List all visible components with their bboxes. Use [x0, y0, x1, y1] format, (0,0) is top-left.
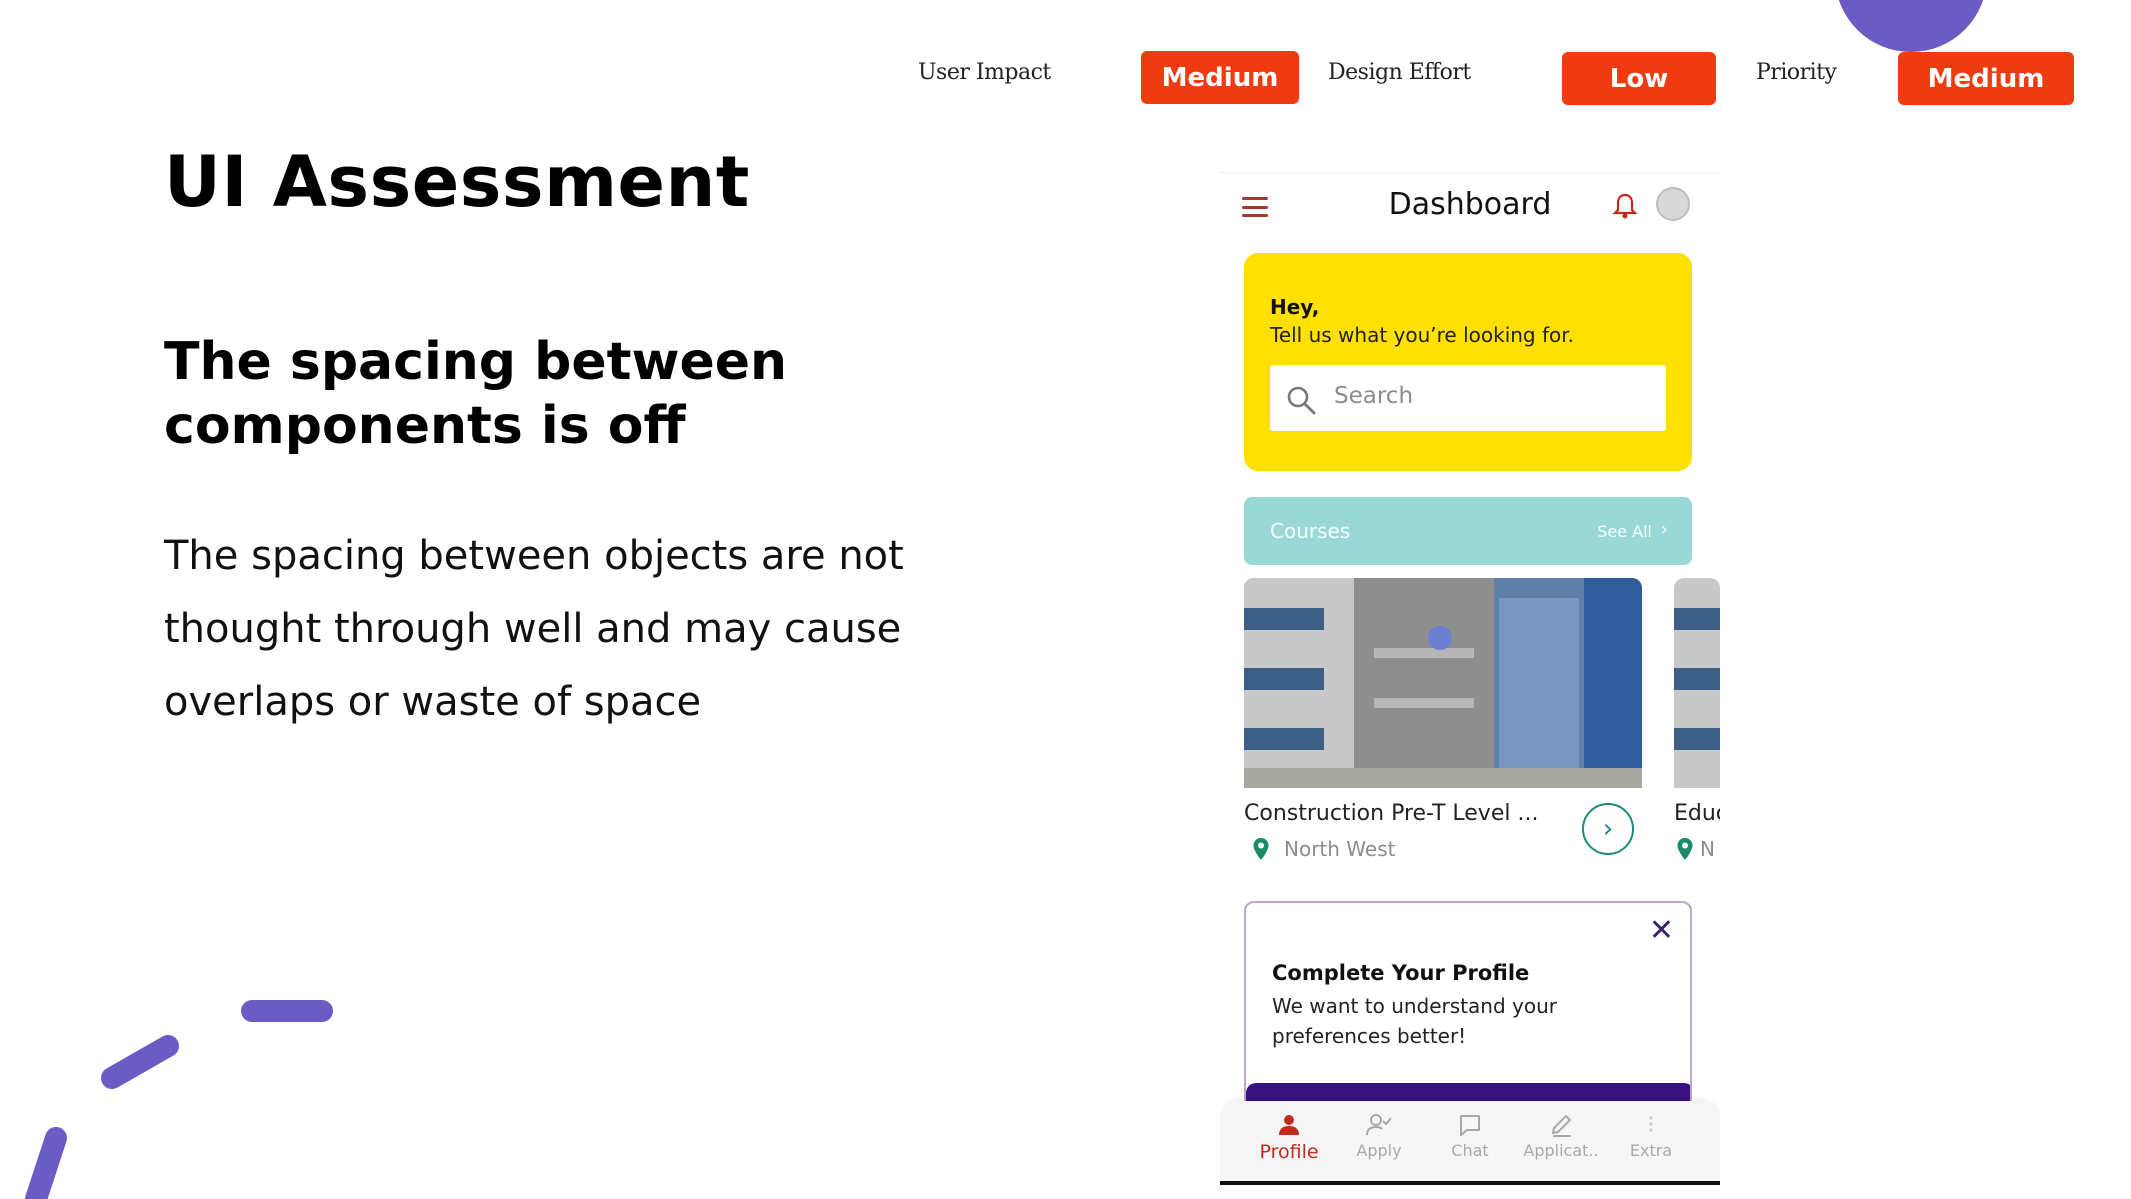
chat-icon: [1460, 1115, 1480, 1136]
chevron-right-icon[interactable]: ›: [1661, 519, 1668, 540]
search-icon: [1287, 386, 1316, 415]
nav-item-applications[interactable]: Applicat..: [1516, 1111, 1606, 1160]
page-title: UI Assessment: [164, 141, 750, 223]
app-screenshot: Dashboard Hey, Tell us what you’re looki…: [1220, 172, 1720, 1192]
priority-badge: Medium: [1898, 52, 2074, 105]
nav-item-apply[interactable]: Apply: [1334, 1111, 1424, 1160]
design-effort-badge: Low: [1562, 52, 1716, 105]
priority-label: Priority: [1756, 60, 1837, 85]
course-title[interactable]: Construction Pre-T Level ...: [1244, 801, 1538, 826]
course-open-button[interactable]: ›: [1582, 803, 1634, 855]
issue-description: The spacing between objects are not thou…: [164, 533, 904, 725]
nav-item-profile[interactable]: Profile: [1244, 1111, 1334, 1163]
nav-label: Extra: [1629, 1141, 1673, 1160]
courses-section-header: Courses See All ›: [1244, 497, 1692, 565]
design-effort-label: Design Effort: [1328, 60, 1471, 85]
location-pin-icon: [1677, 838, 1693, 860]
course-image[interactable]: [1674, 578, 1720, 788]
location-pin-icon: [1253, 838, 1269, 860]
greeting-card: Hey, Tell us what you’re looking for. Se…: [1244, 253, 1692, 471]
user-impact-badge: Medium: [1141, 51, 1299, 104]
greeting-text: Hey,: [1270, 295, 1320, 319]
avatar[interactable]: [1656, 187, 1690, 221]
course-location: North West: [1284, 837, 1396, 861]
search-placeholder: Search: [1334, 383, 1414, 409]
issue-heading: The spacing between components is off: [164, 332, 788, 456]
nav-label: Apply: [1356, 1141, 1402, 1160]
bottom-navigation: Profile Apply Chat Applicat.. Extra: [1220, 1101, 1720, 1185]
greeting-prompt: Tell us what you’re looking for.: [1270, 323, 1575, 347]
course-location: N: [1700, 837, 1715, 861]
nav-label: Applicat..: [1523, 1141, 1599, 1160]
course-title[interactable]: Educ: [1674, 801, 1720, 826]
nav-item-chat[interactable]: Chat: [1425, 1111, 1515, 1160]
app-header: Dashboard: [1220, 173, 1720, 237]
app-title: Dashboard: [1388, 187, 1552, 222]
more-icon: [1649, 1116, 1653, 1132]
decorative-dashed-arc: [25, 1000, 333, 1199]
courses-label: Courses: [1270, 519, 1351, 543]
person-icon: [1279, 1115, 1299, 1135]
search-input[interactable]: Search: [1270, 365, 1666, 431]
bell-icon[interactable]: [1610, 191, 1640, 221]
course-image[interactable]: [1244, 578, 1642, 788]
decorative-circle: [1835, 0, 1987, 52]
close-icon[interactable]: ✕: [1649, 913, 1674, 948]
user-check-icon: [1366, 1114, 1392, 1136]
nav-label: Chat: [1451, 1141, 1489, 1160]
profile-card-title: Complete Your Profile: [1272, 961, 1530, 985]
pencil-icon: [1552, 1115, 1571, 1137]
see-all-link[interactable]: See All: [1597, 522, 1652, 541]
nav-label: Profile: [1259, 1141, 1319, 1163]
profile-card-text: We want to understand your preferences b…: [1272, 994, 1557, 1048]
user-impact-label: User Impact: [918, 60, 1051, 85]
nav-item-extra[interactable]: Extra: [1606, 1111, 1696, 1160]
